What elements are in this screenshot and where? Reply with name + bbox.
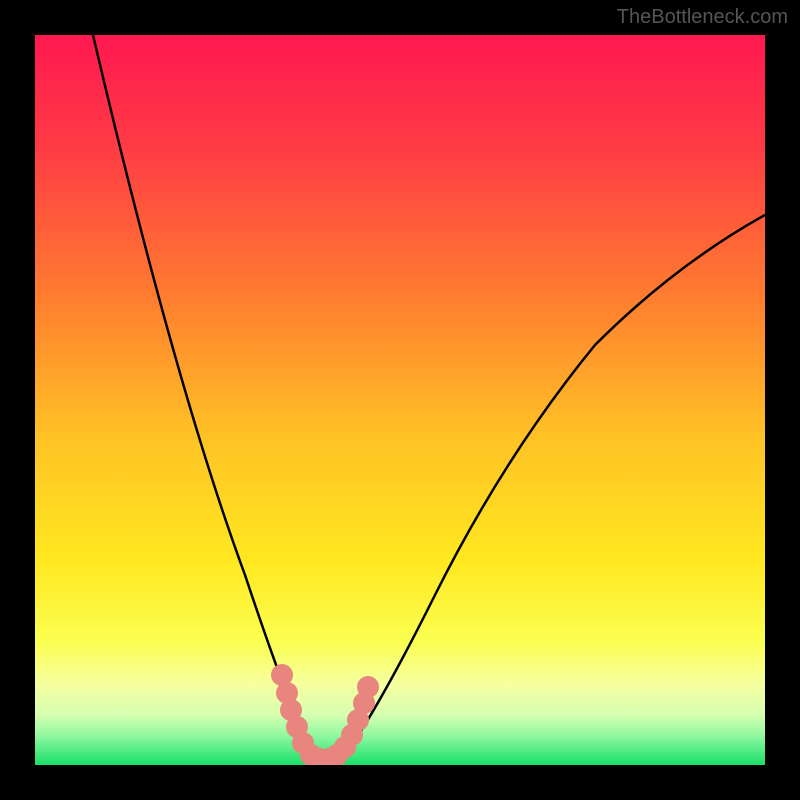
curve-left-branch [93, 35, 315, 760]
curve-right-branch [315, 215, 765, 760]
watermark-text: TheBottleneck.com [617, 6, 788, 29]
chart-container [35, 35, 765, 765]
bottleneck-curve [35, 35, 765, 765]
highlighted-segment [271, 664, 379, 765]
